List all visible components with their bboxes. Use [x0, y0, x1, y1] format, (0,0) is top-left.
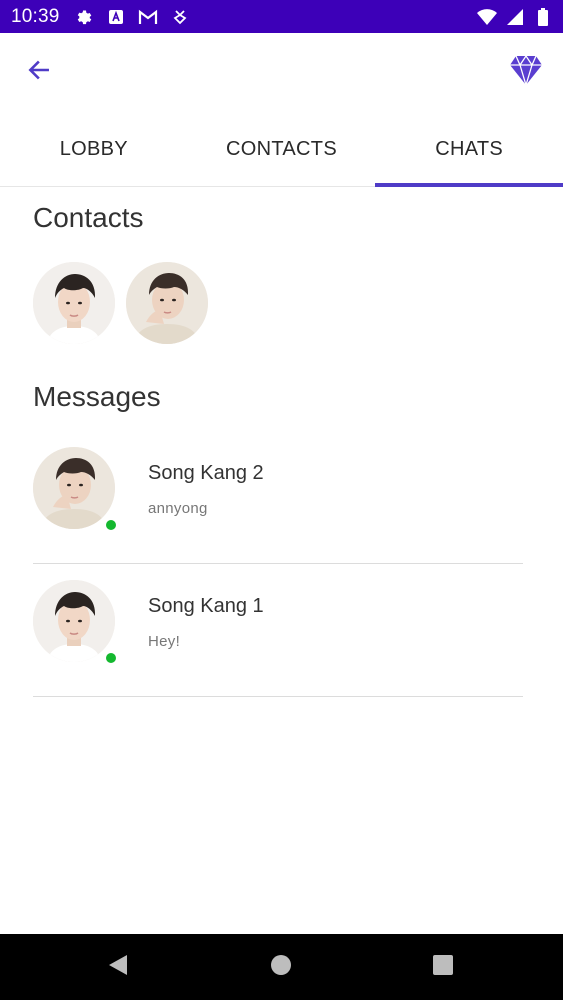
online-status-dot — [105, 652, 117, 664]
message-avatar — [33, 447, 117, 531]
wifi-icon — [477, 7, 497, 27]
messages-title: Messages — [33, 381, 161, 412]
contact-avatar-2[interactable] — [126, 262, 208, 344]
system-nav-bar — [0, 934, 563, 1000]
contacts-list — [33, 262, 208, 344]
status-bar: 10:39 — [0, 0, 563, 33]
message-item-2[interactable]: Song Kang 1 Hey! — [33, 580, 523, 700]
message-preview: Hey! — [148, 633, 181, 650]
tab-lobby[interactable]: LOBBY — [0, 113, 188, 186]
tab-bar: LOBBY CONTACTS CHATS — [0, 113, 563, 187]
gmail-icon — [138, 7, 158, 27]
status-time: 10:39 — [11, 6, 60, 27]
tab-contacts[interactable]: CONTACTS — [188, 113, 376, 186]
nav-recents-button[interactable] — [430, 954, 456, 980]
message-item-1[interactable]: Song Kang 2 annyong — [33, 447, 523, 567]
diamond-icon — [509, 54, 543, 91]
message-avatar — [33, 580, 117, 664]
profile-photo-1 — [33, 262, 115, 344]
home-circle-icon — [270, 954, 292, 981]
contacts-title: Contacts — [33, 202, 144, 233]
profile-photo-1 — [33, 580, 115, 662]
a-box-icon — [106, 7, 126, 27]
premium-button[interactable] — [507, 53, 545, 91]
message-preview: annyong — [148, 500, 208, 517]
download-badge-icon — [170, 7, 190, 27]
tab-label: LOBBY — [59, 138, 128, 160]
tab-chats[interactable]: CHATS — [375, 113, 563, 187]
tab-label: CONTACTS — [226, 138, 337, 160]
arrow-left-icon — [26, 57, 52, 88]
online-status-dot — [105, 519, 117, 531]
recents-square-icon — [432, 954, 454, 981]
contact-avatar-1[interactable] — [33, 262, 115, 344]
back-triangle-icon — [107, 954, 129, 981]
divider — [33, 563, 523, 564]
profile-photo-2 — [126, 262, 208, 344]
app-bar — [0, 33, 563, 113]
back-button[interactable] — [22, 55, 56, 89]
divider — [33, 696, 523, 697]
gear-icon — [74, 7, 94, 27]
profile-photo-2 — [33, 447, 115, 529]
message-sender-name: Song Kang 1 — [148, 595, 264, 617]
signal-icon — [505, 7, 525, 27]
notification-icons — [74, 7, 190, 27]
tab-label: CHATS — [435, 138, 504, 160]
nav-home-button[interactable] — [268, 954, 294, 980]
battery-icon — [533, 7, 553, 27]
system-icons — [477, 7, 553, 27]
message-sender-name: Song Kang 2 — [148, 462, 264, 484]
nav-back-button[interactable] — [105, 954, 131, 980]
